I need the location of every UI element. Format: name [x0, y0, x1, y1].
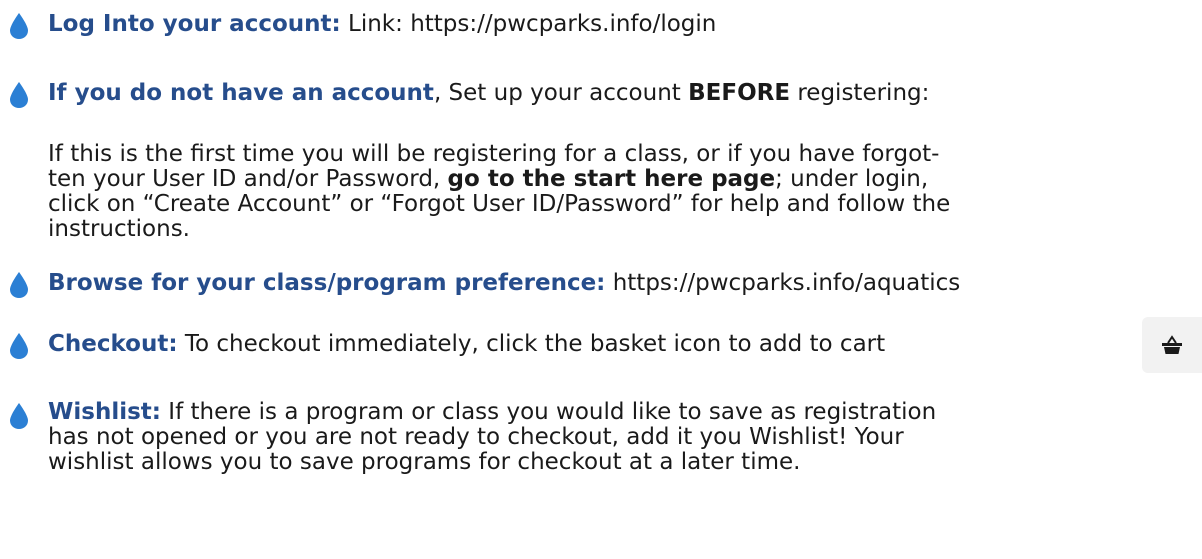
step-create-account-heading: If you do not have an account — [48, 80, 434, 106]
wishlist-line: wishlist allows you to save programs for… — [48, 449, 801, 475]
step-login-line: Log Into your account: Link: https://pwc… — [48, 10, 716, 38]
step-wishlist-heading: Wishlist: — [48, 399, 161, 425]
before-emphasis: BEFORE — [688, 80, 791, 106]
step-checkout-heading: Checkout: — [48, 331, 178, 357]
water-drop-icon — [10, 272, 28, 298]
water-drop-icon — [10, 13, 28, 39]
paragraph-line: click on “Create Account” or “Forgot Use… — [48, 191, 951, 217]
step-create-account-line: If you do not have an account, Set up yo… — [48, 79, 929, 107]
shopping-basket-icon — [1162, 335, 1182, 354]
basket-button[interactable] — [1142, 317, 1202, 373]
water-drop-icon — [10, 403, 28, 429]
start-here-link[interactable]: go to the start here page — [448, 166, 776, 192]
step-browse-heading: Browse for your class/program preference… — [48, 270, 606, 296]
water-drop-icon — [10, 82, 28, 108]
create-account-paragraph: If this is the first time you will be re… — [48, 142, 1178, 242]
step-wishlist-text: Wishlist: If there is a program or class… — [48, 400, 1178, 475]
wishlist-line: has not opened or you are not ready to c… — [48, 424, 904, 450]
wishlist-text: If there is a program or class you would… — [160, 399, 937, 425]
step-create-account-text: , Set up your account — [433, 80, 689, 106]
step-browse-line: Browse for your class/program preference… — [48, 269, 960, 297]
step-create-account-text-end: registering: — [790, 80, 930, 106]
step-checkout-text: To checkout immediately, click the baske… — [177, 331, 886, 357]
login-link[interactable]: Link: https://pwcparks.info/login — [341, 11, 716, 37]
wishlist-line: Wishlist: If there is a program or class… — [48, 400, 1178, 425]
step-login-heading: Log Into your account: — [48, 11, 341, 37]
aquatics-link[interactable]: https://pwcparks.info/aquatics — [605, 270, 961, 296]
paragraph-line: instructions. — [48, 216, 190, 242]
paragraph-text: ten your User ID and/or Password, — [48, 166, 448, 192]
step-checkout-line: Checkout: To checkout immediately, click… — [48, 330, 885, 358]
paragraph-line: If this is the first time you will be re… — [48, 141, 940, 167]
water-drop-icon — [10, 333, 28, 359]
paragraph-text: ; under login, — [775, 166, 929, 192]
paragraph-line: ten your User ID and/or Password, go to … — [48, 167, 1178, 192]
